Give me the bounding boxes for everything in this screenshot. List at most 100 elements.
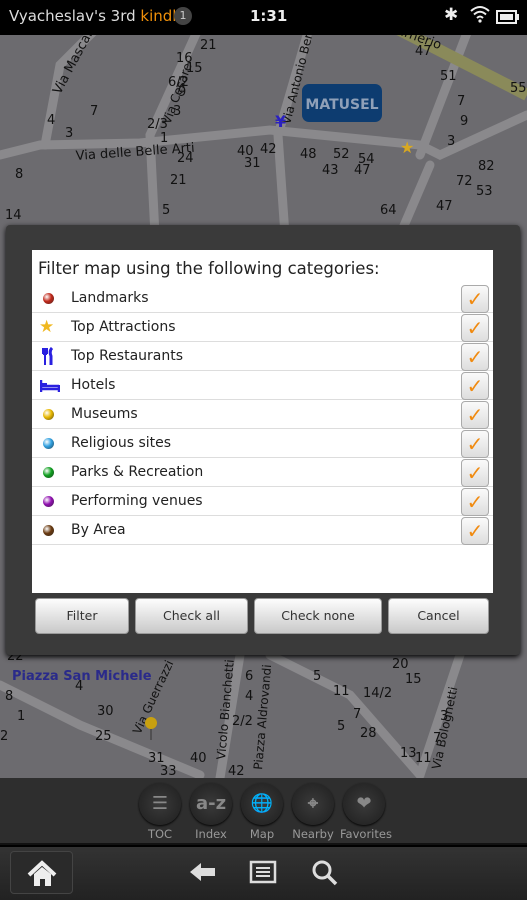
address-number: 47 — [354, 163, 371, 178]
category-label: Landmarks — [71, 290, 149, 306]
address-number: 7 — [90, 104, 98, 119]
address-number: 5 — [337, 719, 345, 734]
street-label: Piazza Aldrovandi — [251, 664, 274, 770]
address-number: 51 — [440, 69, 457, 84]
category-row[interactable]: Parks & Recreation ✓ — [32, 458, 493, 487]
heart-icon: ❤ — [343, 783, 385, 825]
address-number: 28 — [360, 726, 377, 741]
notification-badge[interactable]: 1 — [174, 7, 192, 25]
device-name: Vyacheslav's 3rd kindle — [9, 7, 186, 25]
toolbar-label: Index — [195, 827, 227, 841]
toolbar-nearby[interactable]: ⌖ Nearby — [289, 783, 337, 841]
category-row[interactable]: Top Restaurants ✓ — [32, 342, 493, 371]
menu-button[interactable] — [249, 859, 277, 891]
category-label: Performing venues — [71, 493, 203, 509]
blue-dot-icon — [43, 438, 54, 449]
category-label: Top Attractions — [71, 319, 176, 335]
address-number: 21 — [170, 173, 187, 188]
address-number: 8 — [15, 167, 23, 182]
toolbar-favorites[interactable]: ❤ Favorites — [340, 783, 392, 841]
address-number: 42 — [228, 764, 245, 778]
bed-icon — [40, 380, 60, 392]
check-all-button[interactable]: Check all — [135, 598, 248, 634]
cancel-button[interactable]: Cancel — [388, 598, 489, 634]
toolbar-label: TOC — [147, 827, 173, 841]
dialog-title: Filter map using the following categorie… — [38, 259, 380, 278]
category-row[interactable]: ★ Top Attractions ✓ — [32, 313, 493, 342]
toolbar-index[interactable]: a-z Index — [187, 783, 235, 841]
back-button[interactable] — [188, 859, 218, 891]
gear-icon[interactable]: ✱ — [444, 5, 458, 25]
address-number: 11 — [415, 751, 432, 766]
address-number: 43 — [322, 163, 339, 178]
address-number: 5 — [162, 203, 170, 218]
address-number: 48 — [300, 147, 317, 162]
a-z-icon: a-z — [190, 783, 232, 825]
yellow-dot-icon — [43, 409, 54, 420]
back-icon — [190, 863, 215, 881]
address-number: 7 — [353, 707, 361, 722]
category-checkbox[interactable]: ✓ — [461, 488, 489, 516]
address-number: 11 — [333, 684, 350, 699]
category-checkbox[interactable]: ✓ — [461, 459, 489, 487]
category-row[interactable]: Museums ✓ — [32, 400, 493, 429]
category-checkbox[interactable]: ✓ — [461, 343, 489, 371]
toolbar-map[interactable]: 🌐 Map — [238, 783, 286, 841]
category-checkbox[interactable]: ✓ — [461, 430, 489, 458]
category-checkbox[interactable]: ✓ — [461, 314, 489, 342]
home-button[interactable] — [10, 851, 73, 894]
battery-icon — [496, 9, 520, 29]
category-row[interactable]: Performing venues ✓ — [32, 487, 493, 516]
category-label: Hotels — [71, 377, 116, 393]
address-number: 31 — [244, 156, 261, 171]
address-number: 6 — [245, 669, 253, 684]
fork-knife-icon — [42, 347, 54, 365]
category-checkbox[interactable]: ✓ — [461, 517, 489, 545]
address-number: 7 — [457, 94, 465, 109]
toolbar-toc[interactable]: ☰ TOC — [136, 783, 184, 841]
address-number: 4 — [47, 113, 55, 128]
address-number: 3 — [447, 134, 455, 149]
address-number: 64 — [380, 203, 397, 218]
category-checkbox[interactable]: ✓ — [461, 372, 489, 400]
category-checkbox[interactable]: ✓ — [461, 285, 489, 313]
address-number: 33 — [160, 764, 177, 778]
purple-dot-icon — [43, 496, 54, 507]
address-number: 52 — [333, 147, 350, 162]
check-none-button[interactable]: Check none — [254, 598, 382, 634]
category-label: By Area — [71, 522, 126, 538]
filter-panel: Filter map using the following categorie… — [32, 250, 493, 593]
category-row[interactable]: Landmarks ✓ — [32, 284, 493, 313]
address-number: 55 — [510, 81, 527, 96]
star-icon: ★ — [39, 317, 55, 337]
category-row[interactable]: By Area ✓ — [32, 516, 493, 545]
toolbar-label: Nearby — [292, 827, 334, 841]
category-label: Museums — [71, 406, 138, 422]
address-number: 47 — [436, 199, 453, 214]
address-number: 40 — [190, 751, 207, 766]
address-number: 2/2 — [232, 714, 253, 729]
address-number: 14/2 — [363, 686, 392, 701]
address-number: 4 — [245, 689, 253, 704]
red-dot-icon — [43, 293, 54, 304]
crosshair-icon: ⌖ — [292, 783, 334, 825]
address-number: 1 — [17, 709, 25, 724]
attraction-marker-icon: ★ — [400, 138, 414, 157]
filter-button[interactable]: Filter — [35, 598, 129, 634]
menu-icon — [249, 860, 277, 884]
address-number: 20 — [392, 657, 409, 672]
category-label: Top Restaurants — [71, 348, 184, 364]
globe-icon: 🌐 — [241, 783, 283, 825]
address-number: 2 — [0, 729, 8, 744]
address-number: 5 — [313, 669, 321, 684]
search-button[interactable] — [311, 859, 339, 893]
category-row[interactable]: Hotels ✓ — [32, 371, 493, 400]
address-number: 9 — [460, 114, 468, 129]
category-checkbox[interactable]: ✓ — [461, 401, 489, 429]
category-row[interactable]: Religious sites ✓ — [32, 429, 493, 458]
place-badge: MATUSEL — [305, 97, 378, 113]
home-icon — [27, 860, 57, 886]
filter-dialog: Filter map using the following categorie… — [6, 225, 520, 655]
address-number: 3 — [65, 126, 73, 141]
restaurant-marker-icon: ¥ — [275, 112, 286, 131]
